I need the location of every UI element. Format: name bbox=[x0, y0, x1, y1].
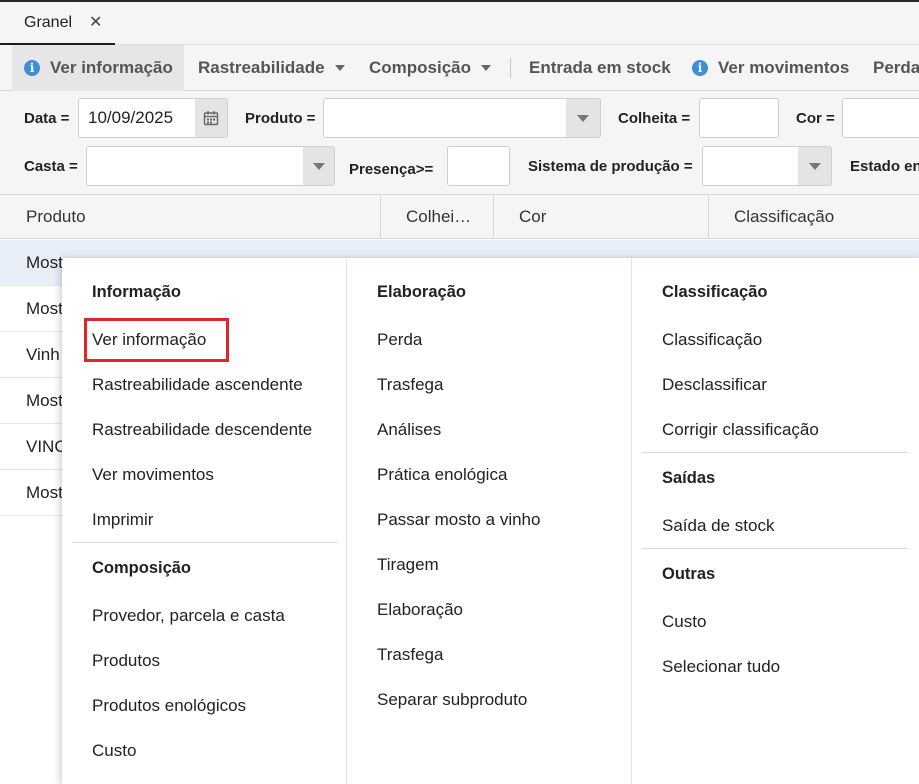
table-cell: VINC bbox=[26, 436, 67, 456]
menu-item-pratica-enologica[interactable]: Prática enológica bbox=[377, 465, 507, 485]
menu-item-separar-subproduto[interactable]: Separar subproduto bbox=[377, 690, 527, 710]
column-divider bbox=[631, 258, 632, 784]
produto-label: Produto = bbox=[245, 110, 316, 127]
chevron-down-icon bbox=[577, 114, 589, 122]
table-cell: Vinh bbox=[26, 344, 60, 364]
tab-title: Granel bbox=[24, 13, 73, 31]
menu-item-ver-movimentos[interactable]: Ver movimentos bbox=[92, 465, 214, 485]
column-header-label: Cor bbox=[519, 207, 547, 226]
section-title-informacao: Informação bbox=[92, 283, 181, 301]
table-cell: Most bbox=[26, 390, 63, 410]
ver-movimentos-label: Ver movimentos bbox=[718, 58, 850, 77]
table-cell: Most bbox=[26, 482, 63, 502]
composicao-dropdown[interactable]: Composição bbox=[369, 45, 492, 91]
grid-header: Produto Colhei… Cor Classificação bbox=[0, 195, 919, 239]
section-title-elaboracao: Elaboração bbox=[377, 283, 466, 301]
colheita-label: Colheita = bbox=[618, 110, 691, 127]
menu-item-tiragem[interactable]: Tiragem bbox=[377, 555, 439, 575]
menu-item-trasfega[interactable]: Trasfega bbox=[377, 375, 443, 395]
menu-item-perda[interactable]: Perda bbox=[377, 330, 422, 350]
context-menu: Informação Ver informação Rastreabilidad… bbox=[62, 258, 919, 784]
ver-informacao-button[interactable]: i Ver informação bbox=[12, 45, 184, 91]
column-header-produto[interactable]: Produto bbox=[0, 195, 381, 239]
entrada-stock-label: Entrada em stock bbox=[529, 58, 671, 77]
highlight-box bbox=[84, 318, 229, 362]
casta-select[interactable] bbox=[86, 146, 304, 186]
menu-item-classificacao[interactable]: Classificação bbox=[662, 330, 762, 350]
produto-dropdown-button[interactable] bbox=[566, 98, 601, 138]
chevron-down-icon bbox=[808, 162, 821, 170]
section-title-composicao: Composição bbox=[92, 559, 192, 577]
rastreabilidade-label: Rastreabilidade bbox=[198, 58, 325, 77]
rastreabilidade-dropdown[interactable]: Rastreabilidade bbox=[198, 45, 345, 91]
tab-strip: Granel ✕ bbox=[0, 0, 919, 45]
menu-item-custo[interactable]: Custo bbox=[92, 741, 136, 761]
menu-separator bbox=[642, 548, 908, 549]
info-icon: i bbox=[692, 60, 708, 76]
column-divider bbox=[346, 258, 347, 784]
menu-item-provedor-parcela-casta[interactable]: Provedor, parcela e casta bbox=[92, 606, 285, 626]
chevron-down-icon bbox=[334, 65, 345, 71]
close-icon[interactable]: ✕ bbox=[89, 12, 102, 32]
cor-select[interactable] bbox=[842, 98, 919, 138]
menu-item-custo-outras[interactable]: Custo bbox=[662, 612, 706, 632]
section-title-outras: Outras bbox=[662, 565, 716, 583]
presenca-label: Presença>= bbox=[349, 161, 434, 178]
menu-separator bbox=[72, 542, 337, 543]
presenca-input[interactable] bbox=[447, 146, 510, 186]
column-header-label: Classificação bbox=[734, 207, 835, 226]
casta-label: Casta = bbox=[24, 158, 78, 175]
menu-item-analises[interactable]: Análises bbox=[377, 420, 441, 440]
menu-item-rastreabilidade-descendente[interactable]: Rastreabilidade descendente bbox=[92, 420, 312, 440]
section-title-saidas: Saídas bbox=[662, 469, 716, 487]
toolbar-divider bbox=[510, 58, 511, 78]
composicao-label: Composição bbox=[369, 58, 472, 77]
calendar-icon bbox=[203, 111, 219, 126]
column-header-label: Produto bbox=[26, 207, 86, 226]
ver-informacao-label: Ver informação bbox=[50, 58, 173, 77]
menu-item-produtos-enologicos[interactable]: Produtos enológicos bbox=[92, 696, 246, 716]
menu-item-passar-mosto-vinho[interactable]: Passar mosto a vinho bbox=[377, 510, 540, 530]
tab-granel[interactable]: Granel ✕ bbox=[0, 2, 115, 45]
sistema-producao-dropdown-button[interactable] bbox=[798, 146, 832, 186]
menu-item-corrigir-classificacao[interactable]: Corrigir classificação bbox=[662, 420, 819, 440]
chevron-down-icon bbox=[481, 65, 492, 71]
cor-label: Cor = bbox=[796, 110, 835, 127]
table-cell: Most bbox=[26, 252, 63, 272]
data-label: Data = bbox=[24, 110, 70, 127]
column-header-label: Colhei… bbox=[406, 207, 472, 226]
menu-item-selecionar-tudo[interactable]: Selecionar tudo bbox=[662, 657, 780, 677]
menu-item-imprimir[interactable]: Imprimir bbox=[92, 510, 153, 530]
sistema-producao-select[interactable] bbox=[702, 146, 799, 186]
perda-label: Perda bbox=[873, 58, 919, 77]
calendar-button[interactable] bbox=[195, 98, 228, 138]
produto-select[interactable] bbox=[323, 98, 567, 138]
section-title-classificacao: Classificação bbox=[662, 283, 768, 301]
info-icon: i bbox=[24, 60, 40, 76]
sistema-producao-label: Sistema de produção = bbox=[528, 158, 693, 175]
colheita-input[interactable] bbox=[699, 98, 779, 138]
column-header-classificacao[interactable]: Classificação bbox=[709, 195, 919, 239]
data-input[interactable]: 10/09/2025 bbox=[78, 98, 196, 138]
menu-item-trasfega-2[interactable]: Trasfega bbox=[377, 645, 443, 665]
toolbar: i Ver informação Rastreabilidade Composi… bbox=[0, 45, 919, 91]
casta-dropdown-button[interactable] bbox=[303, 146, 335, 186]
estado-label: Estado en bbox=[850, 158, 919, 175]
menu-item-desclassificar[interactable]: Desclassificar bbox=[662, 375, 767, 395]
filter-panel: Data = 10/09/2025 Produto = Colheita = C… bbox=[0, 91, 919, 195]
column-header-cor[interactable]: Cor bbox=[494, 195, 709, 239]
perda-button[interactable]: Perda bbox=[873, 45, 919, 91]
column-header-colheita[interactable]: Colhei… bbox=[381, 195, 494, 239]
menu-item-produtos[interactable]: Produtos bbox=[92, 651, 160, 671]
menu-item-elaboracao[interactable]: Elaboração bbox=[377, 600, 463, 620]
entrada-stock-button[interactable]: Entrada em stock bbox=[529, 45, 671, 91]
ver-movimentos-button[interactable]: i Ver movimentos bbox=[692, 45, 849, 91]
table-cell: Most bbox=[26, 298, 63, 318]
chevron-down-icon bbox=[312, 162, 325, 170]
menu-separator bbox=[642, 452, 908, 453]
menu-item-saida-stock[interactable]: Saída de stock bbox=[662, 516, 774, 536]
menu-item-rastreabilidade-ascendente[interactable]: Rastreabilidade ascendente bbox=[92, 375, 303, 395]
data-value: 10/09/2025 bbox=[88, 108, 174, 127]
